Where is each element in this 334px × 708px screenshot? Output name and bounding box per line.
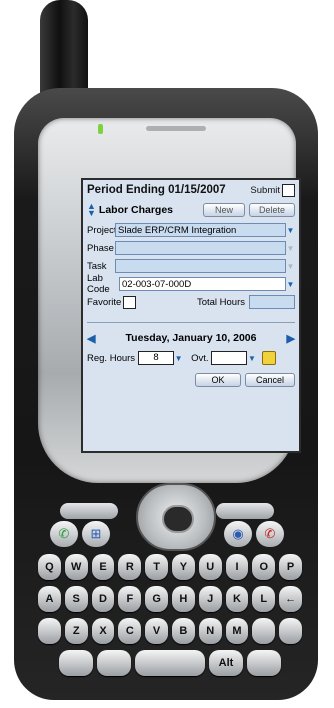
favorite-label: Favorite [87,296,122,308]
call-icon[interactable]: ✆ [50,521,78,547]
reg-hours-field[interactable]: 8 [138,351,175,365]
updown-arrows-icon[interactable]: ▲ ▼ [87,202,96,218]
current-date: Tuesday, January 10, 2006 [125,332,257,344]
divider [87,322,295,323]
key-l[interactable]: L [252,586,276,612]
ovt-dropdown-icon[interactable]: ▼ [247,354,256,363]
key-zero[interactable] [97,650,131,676]
keyboard-row-2: A S D F G H J K L ← [38,586,302,614]
alt-key[interactable]: Alt [209,650,243,676]
key-t[interactable]: T [145,554,168,580]
key-k[interactable]: K [225,586,249,612]
submit-checkbox[interactable] [282,183,295,197]
task-label: Task [87,260,107,272]
backspace-key[interactable]: ← [279,586,302,612]
key-a[interactable]: A [38,586,61,612]
phase-dropdown-icon[interactable]: ▼ [286,244,295,253]
labor-charges-header: ▲ ▼ Labor Charges New Delete [87,202,295,218]
key-c[interactable]: C [118,618,142,644]
project-row: Project Slade ERP/CRM Integration ▼ [87,222,295,238]
keyboard-row-4: Alt [38,650,302,678]
total-hours-field [249,295,295,309]
function-key[interactable] [59,650,93,676]
dpad-center-button[interactable] [162,505,194,533]
new-button[interactable]: New [203,203,245,217]
keyboard-row-3: Z X C V B N M [38,618,302,646]
total-hours-label: Total Hours [196,296,245,308]
shift-key[interactable] [38,618,61,644]
previous-day-arrow-icon[interactable]: ◀ [87,332,95,345]
status-led [98,124,103,134]
next-day-arrow-icon[interactable]: ▶ [287,332,295,345]
end-call-icon[interactable]: ✆ [256,521,284,547]
reg-hours-dropdown-icon[interactable]: ▼ [174,354,183,363]
key-g[interactable]: G [145,586,168,612]
key-v[interactable]: V [145,618,168,644]
enter-key[interactable] [279,618,302,644]
task-dropdown-icon[interactable]: ▼ [286,262,295,271]
key-w[interactable]: W [64,554,88,580]
key-s[interactable]: S [64,586,88,612]
lab-code-label: Lab Code [87,273,110,295]
project-label: Project [87,224,117,236]
left-soft-key[interactable] [60,503,118,519]
earpiece-speaker [146,126,206,131]
key-f[interactable]: F [118,586,142,612]
ok-key-icon[interactable]: ◉ [224,521,252,547]
cancel-button[interactable]: Cancel [245,373,295,387]
keyboard-row-1: Q W E R T Y U I O P [38,554,302,582]
lab-code-row: Lab Code 02-003-07-000D ▼ [87,273,295,295]
date-navigator: ◀ Tuesday, January 10, 2006 ▶ [87,330,295,346]
favorite-checkbox[interactable] [123,295,136,309]
favorite-row: Favorite Total Hours [87,294,295,310]
key-b[interactable]: B [172,618,195,644]
note-icon[interactable] [262,351,277,365]
section-title: Labor Charges [98,204,174,216]
right-soft-key[interactable] [216,503,274,519]
lab-code-field[interactable]: 02-003-07-000D [119,277,286,291]
reg-hours-label: Reg. Hours [87,352,136,364]
key-x[interactable]: X [91,618,115,644]
ovt-field[interactable] [211,351,248,365]
key-q[interactable]: Q [38,554,61,580]
key-y[interactable]: Y [172,554,195,580]
submit-label: Submit [250,184,280,196]
qwerty-keyboard: Q W E R T Y U I O P A S D F G H J K L ← … [38,550,302,696]
key-dot[interactable] [247,650,281,676]
space-key[interactable] [135,650,205,676]
project-field[interactable]: Slade ERP/CRM Integration [115,223,286,237]
hours-row: Reg. Hours 8 ▼ Ovt. ▼ [87,350,295,366]
task-field[interactable] [115,259,286,273]
key-i[interactable]: I [225,554,249,580]
key-p[interactable]: P [279,554,302,580]
page-title: Period Ending 01/15/2007 [87,184,226,196]
device-screen: Period Ending 01/15/2007 Submit ▲ ▼ Labor… [81,178,301,453]
key-d[interactable]: D [91,586,115,612]
phase-row: Phase ▼ [87,240,295,256]
directional-pad[interactable] [136,483,216,551]
title-bar: Period Ending 01/15/2007 Submit [87,182,295,198]
project-dropdown-icon[interactable]: ▼ [286,226,295,235]
ovt-label: Ovt. [191,352,209,364]
phase-field[interactable] [115,241,286,255]
phase-label: Phase [87,242,114,254]
lab-code-dropdown-icon[interactable]: ▼ [286,280,295,289]
task-row: Task ▼ [87,258,295,274]
footer-buttons: OK Cancel [87,372,295,388]
key-m[interactable]: M [225,618,249,644]
key-u[interactable]: U [198,554,222,580]
ok-button[interactable]: OK [195,373,241,387]
key-e[interactable]: E [91,554,115,580]
key-z[interactable]: Z [64,618,88,644]
key-o[interactable]: O [252,554,276,580]
key-n[interactable]: N [198,618,222,644]
key-h[interactable]: H [172,586,195,612]
delete-button[interactable]: Delete [249,203,295,217]
key-r[interactable]: R [118,554,142,580]
key-period[interactable] [252,618,276,644]
key-j[interactable]: J [198,586,222,612]
windows-start-icon[interactable]: ⊞ [82,521,110,547]
